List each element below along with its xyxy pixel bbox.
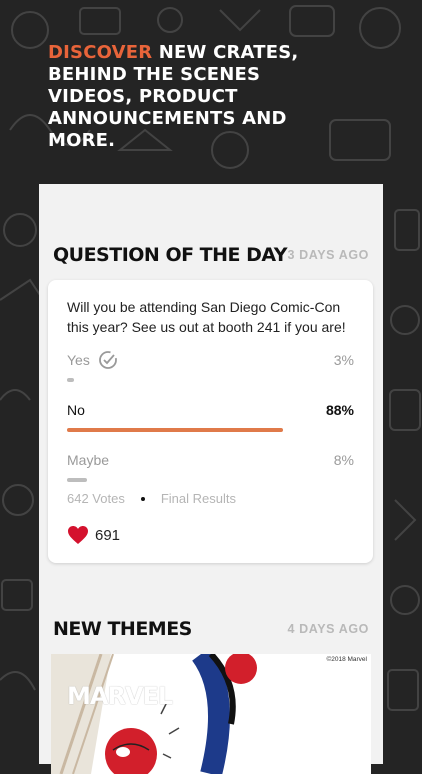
poll-option-label: No bbox=[67, 402, 85, 418]
headline-accent: DISCOVER bbox=[48, 42, 153, 63]
poll-bar-no bbox=[67, 428, 283, 432]
promo-headline: DISCOVER NEW CRATES, BEHIND THE SCENES V… bbox=[48, 42, 348, 152]
themes-title: NEW THEMES bbox=[53, 618, 192, 640]
poll-option-label: Yes bbox=[67, 352, 90, 368]
poll-bar-track bbox=[67, 428, 283, 432]
spider-man-artwork bbox=[51, 654, 257, 774]
poll-option-percent: 3% bbox=[333, 352, 354, 368]
themes-header: NEW THEMES 4 DAYS AGO bbox=[53, 614, 369, 644]
feed-panel[interactable]: QUESTION OF THE DAY 3 DAYS AGO Will you … bbox=[39, 184, 383, 774]
vote-count: 642 Votes bbox=[67, 491, 125, 506]
like-count: 691 bbox=[95, 526, 121, 544]
check-circle-icon bbox=[98, 351, 117, 369]
qotd-header: QUESTION OF THE DAY 3 DAYS AGO bbox=[53, 240, 369, 270]
separator-dot bbox=[140, 496, 145, 501]
theme-image[interactable]: MARVEL ©2018 Marvel bbox=[51, 654, 371, 774]
qotd-title: QUESTION OF THE DAY bbox=[53, 244, 288, 266]
poll-option-label: Maybe bbox=[67, 452, 110, 468]
poll-bar-yes bbox=[67, 378, 74, 382]
like-button[interactable]: 691 bbox=[67, 525, 120, 545]
poll-option-maybe[interactable]: Maybe 8% bbox=[67, 450, 354, 482]
heart-icon bbox=[68, 526, 88, 544]
poll-bar-track bbox=[67, 378, 281, 382]
poll-bar-track bbox=[67, 478, 281, 482]
poll-meta: 642 Votes Final Results bbox=[67, 491, 236, 506]
poll-option-percent: 88% bbox=[325, 402, 354, 418]
themes-date: 4 DAYS AGO bbox=[287, 622, 369, 636]
poll-option-yes[interactable]: Yes 3% bbox=[67, 350, 354, 382]
qotd-date: 3 DAYS AGO bbox=[287, 248, 369, 262]
poll-question: Will you be attending San Diego Comic-Co… bbox=[67, 299, 346, 335]
poll-option-no[interactable]: No 88% bbox=[67, 400, 354, 432]
poll-bar-maybe bbox=[67, 478, 87, 482]
copyright-text: ©2018 Marvel bbox=[326, 656, 367, 663]
poll-card[interactable]: Will you be attending San Diego Comic-Co… bbox=[48, 280, 373, 563]
poll-option-percent: 8% bbox=[333, 452, 354, 468]
marvel-logo: MARVEL bbox=[67, 682, 173, 710]
poll-status: Final Results bbox=[160, 491, 236, 506]
